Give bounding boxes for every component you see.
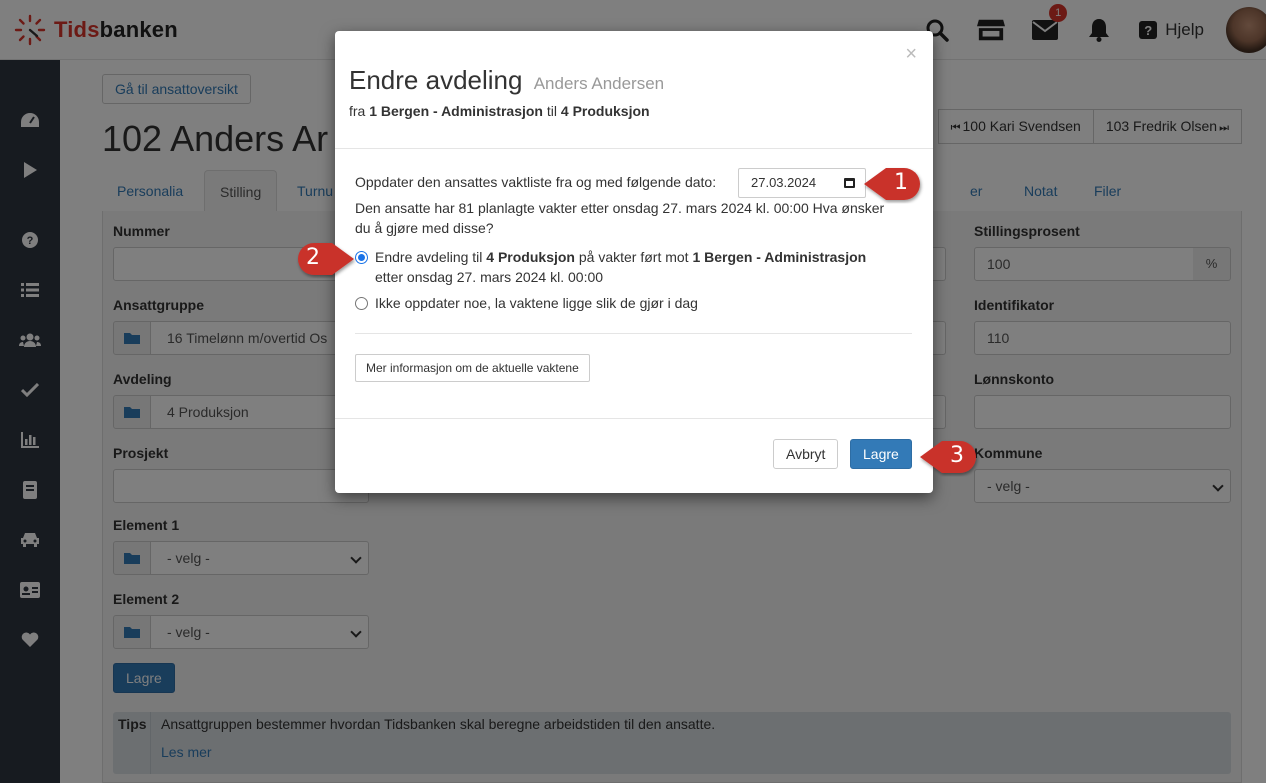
callout-1-number: 1 bbox=[894, 170, 908, 195]
calendar-icon[interactable] bbox=[844, 178, 855, 188]
to-department: 4 Produksjon bbox=[560, 103, 650, 119]
modal-title-text: Endre avdeling bbox=[349, 65, 523, 95]
option-change-department-radio[interactable] bbox=[355, 251, 368, 264]
modal-inner-divider bbox=[355, 333, 912, 334]
modal-employee-name: Anders Andersen bbox=[533, 74, 665, 93]
save-button[interactable]: Lagre bbox=[850, 439, 912, 469]
option1-text-b: 4 Produksjon bbox=[486, 249, 575, 265]
option-change-department-label-line2[interactable]: etter onsdag 27. mars 2024 kl. 00:00 bbox=[375, 267, 603, 287]
option-no-update-label[interactable]: Ikke oppdater noe, la vaktene ligge slik… bbox=[375, 293, 698, 313]
date-input[interactable]: 27.03.2024 bbox=[738, 168, 866, 198]
sub-from-word: fra bbox=[349, 103, 366, 119]
shifts-info-line1: Den ansatte har 81 planlagte vakter ette… bbox=[355, 200, 885, 216]
change-department-modal: × Endre avdeling Anders Andersen fra 1 B… bbox=[335, 31, 933, 493]
date-prompt: Oppdater den ansattes vaktliste fra og m… bbox=[355, 174, 717, 190]
sub-to-word: til bbox=[546, 103, 557, 119]
option-no-update-radio[interactable] bbox=[355, 297, 368, 310]
shifts-info-line2: du å gjøre med disse? bbox=[355, 220, 494, 236]
date-value: 27.03.2024 bbox=[751, 175, 817, 190]
modal-subtitle: fra 1 Bergen - Administrasjon til 4 Prod… bbox=[349, 103, 650, 119]
option1-text-c: på vakter ført mot bbox=[578, 249, 689, 265]
callout-2-number: 2 bbox=[306, 245, 320, 270]
modal-footer-divider bbox=[335, 418, 933, 419]
close-icon[interactable]: × bbox=[905, 43, 917, 66]
option1-text-d: 1 Bergen - Administrasjon bbox=[692, 249, 867, 265]
option-change-department-label[interactable]: Endre avdeling til 4 Produksjon på vakte… bbox=[375, 247, 866, 267]
modal-title: Endre avdeling Anders Andersen bbox=[349, 65, 664, 96]
more-info-button[interactable]: Mer informasjon om de aktuelle vaktene bbox=[355, 354, 590, 382]
from-department: 1 Bergen - Administrasjon bbox=[369, 103, 543, 119]
callout-2: 2 bbox=[292, 238, 356, 280]
callout-1: 1 bbox=[862, 163, 926, 205]
cancel-button[interactable]: Avbryt bbox=[773, 439, 839, 469]
option1-text-a: Endre avdeling til bbox=[375, 249, 483, 265]
callout-3: 3 bbox=[918, 436, 982, 478]
modal-header-divider bbox=[335, 148, 933, 149]
callout-3-number: 3 bbox=[950, 443, 964, 468]
